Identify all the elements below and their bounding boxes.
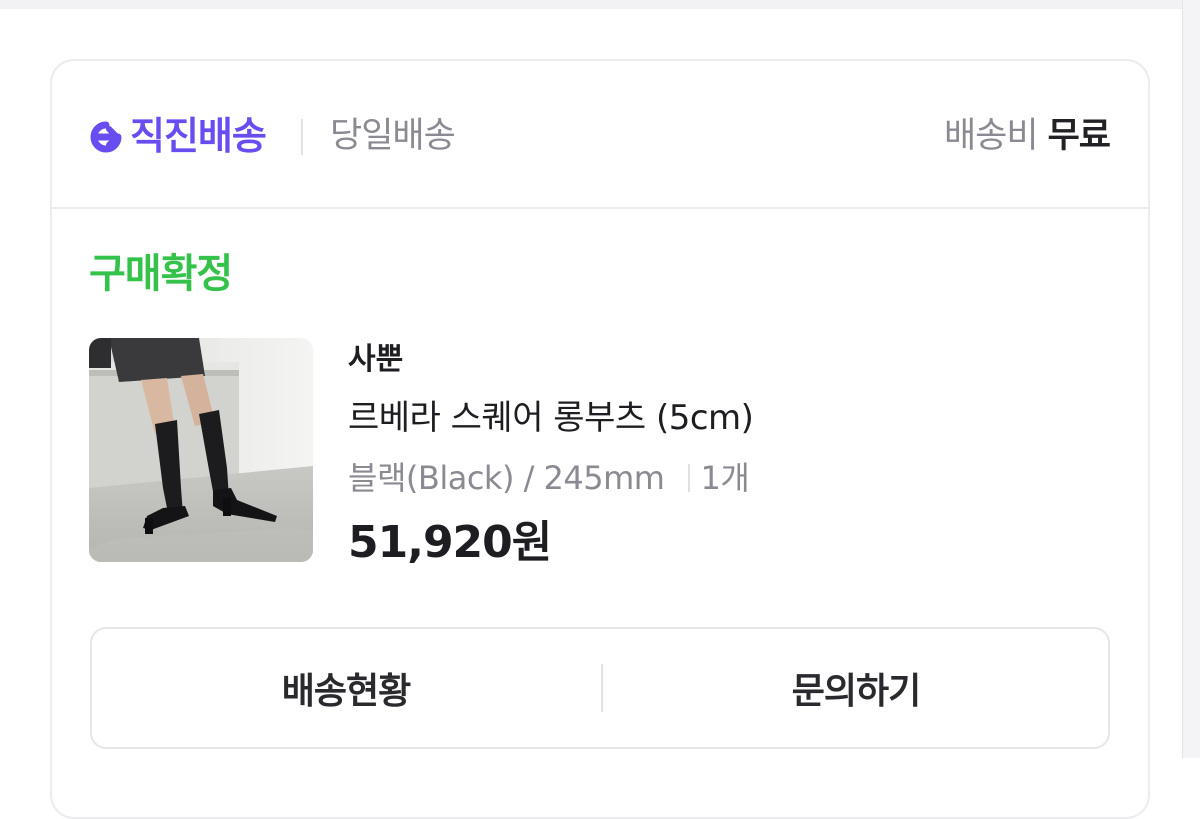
delivery-header: 직진배송 당일배송 배송비 무료 [52,61,1148,209]
header-divider [301,119,303,155]
product-image[interactable] [89,338,313,562]
order-card: 직진배송 당일배송 배송비 무료 구매확정 사뿐 르베라 스퀘어 롱부츠 (5c… [50,59,1150,819]
top-strip [0,0,1200,9]
action-buttons: 배송현황 문의하기 [90,627,1110,749]
inquiry-button[interactable]: 문의하기 [602,629,1110,747]
product-option-line: 블랙(Black) / 245mm 1개 [348,455,750,501]
product-quantity: 1개 [700,459,750,497]
product-brand[interactable]: 사뿐 [348,339,403,381]
order-status-label: 구매확정 [89,251,233,297]
arrow-circle-icon [90,121,122,153]
delivery-type-label: 당일배송 [330,116,456,156]
option-divider [688,464,691,492]
product-price: 51,920원 [348,517,552,568]
product-name[interactable]: 르베라 스퀘어 롱부츠 (5cm) [348,395,754,441]
shipping-fee: 배송비 무료 [943,110,1111,168]
delivery-brand-label: 직진배송 [130,114,267,158]
boots-photo [89,338,313,562]
shipping-fee-label: 배송비 [943,116,1039,156]
product-option: 블랙(Black) / 245mm [348,459,665,497]
scrollbar-track[interactable] [1182,0,1200,758]
shipping-fee-value: 무료 [1047,116,1111,156]
delivery-status-button[interactable]: 배송현황 [92,629,600,747]
